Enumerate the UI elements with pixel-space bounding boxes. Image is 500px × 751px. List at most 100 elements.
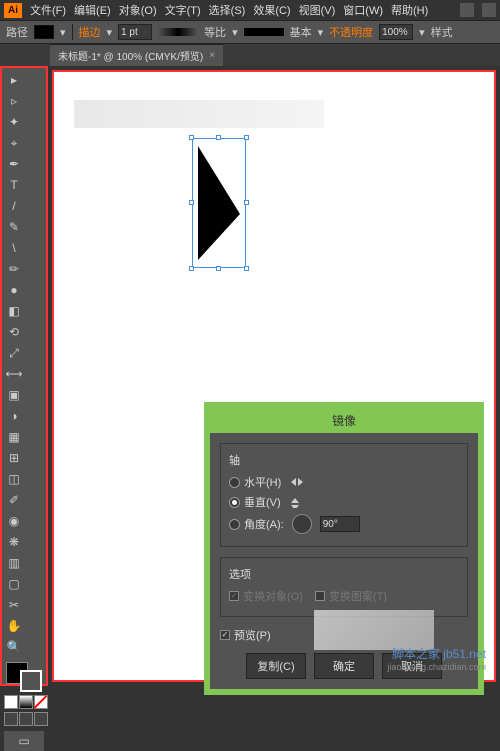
type-tool[interactable]: T — [4, 175, 24, 195]
watermark-line1: 脚本之家 jb51.net — [387, 645, 486, 662]
copy-button[interactable]: 复制(C) — [246, 653, 306, 679]
angle-input[interactable] — [320, 516, 360, 532]
stroke-profile-1[interactable] — [158, 28, 198, 36]
handle-ml[interactable] — [189, 200, 194, 205]
eyedropper-tool[interactable]: ✐ — [4, 490, 24, 510]
pencil-tool[interactable]: ✏ — [4, 259, 24, 279]
lasso-tool[interactable]: ⌖ — [4, 133, 24, 153]
fill-stroke-control[interactable] — [4, 662, 44, 692]
pen-tool[interactable]: ✒ — [4, 154, 24, 174]
stroke-dropdown-icon[interactable]: ▾ — [107, 26, 113, 39]
opacity-input[interactable] — [379, 24, 413, 40]
handle-tl[interactable] — [189, 135, 194, 140]
radio-horizontal[interactable] — [229, 477, 240, 488]
zoom-tool[interactable]: 🔍 — [4, 637, 24, 657]
ok-button[interactable]: 确定 — [314, 653, 374, 679]
document-tab[interactable]: 未标题-1* @ 100% (CMYK/预览) × — [50, 44, 223, 66]
style-label: 样式 — [431, 24, 453, 40]
width-tool[interactable]: ⟷ — [4, 364, 24, 384]
profile2-dropdown-icon[interactable]: ▾ — [318, 26, 324, 39]
arrange-icon[interactable] — [482, 3, 496, 17]
stroke-label[interactable]: 描边 — [79, 24, 101, 40]
menu-view[interactable]: 视图(V) — [299, 2, 336, 18]
horizontal-label: 水平(H) — [244, 474, 281, 490]
cb-transform-objects: ✓ — [229, 591, 239, 601]
angle-dial[interactable] — [292, 514, 312, 534]
tab-title: 未标题-1* @ 100% (CMYK/预览) — [58, 48, 203, 63]
triangle-shape — [196, 144, 242, 262]
decorative-smudge — [314, 610, 434, 650]
handle-mr[interactable] — [244, 200, 249, 205]
radio-angle[interactable] — [229, 519, 240, 530]
blob-brush-tool[interactable]: ● — [4, 280, 24, 300]
mesh-tool[interactable]: ⊞ — [4, 448, 24, 468]
hand-tool[interactable]: ✋ — [4, 616, 24, 636]
free-transform-tool[interactable]: ▣ — [4, 385, 24, 405]
menu-file[interactable]: 文件(F) — [30, 2, 66, 18]
artboard-tool[interactable]: ▢ — [4, 574, 24, 594]
handle-bl[interactable] — [189, 266, 194, 271]
radio-vertical[interactable] — [229, 497, 240, 508]
path-label: 路径 — [6, 24, 28, 40]
selected-shape[interactable] — [192, 138, 246, 268]
stroke-weight-input[interactable] — [118, 24, 152, 40]
menu-type[interactable]: 文字(T) — [165, 2, 201, 18]
symbol-sprayer-tool[interactable]: ❋ — [4, 532, 24, 552]
options-label: 选项 — [229, 566, 459, 582]
axis-group: 轴 水平(H) 垂直(V) 角度(A — [220, 443, 468, 547]
flip-vertical-icon — [289, 496, 305, 508]
cb-transform-patterns — [315, 591, 325, 601]
stroke-profile-2[interactable] — [244, 28, 284, 36]
opacity-label[interactable]: 不透明度 — [329, 24, 373, 40]
scale-tool[interactable]: ⤢ — [4, 343, 24, 363]
handle-bc[interactable] — [216, 266, 221, 271]
vertical-label: 垂直(V) — [244, 494, 281, 510]
color-mode-icon[interactable] — [4, 695, 18, 709]
menu-object[interactable]: 对象(O) — [119, 2, 157, 18]
menu-effect[interactable]: 效果(C) — [253, 2, 290, 18]
angle-label: 角度(A): — [244, 516, 284, 532]
workspace-icon[interactable] — [460, 3, 474, 17]
document-tab-bar: 未标题-1* @ 100% (CMYK/预览) × — [0, 44, 500, 66]
perspective-tool[interactable]: ▦ — [4, 427, 24, 447]
rotate-tool[interactable]: ⟲ — [4, 322, 24, 342]
cb-preview[interactable]: ✓ — [220, 630, 230, 640]
fill-swatch[interactable] — [34, 25, 54, 39]
draw-behind-icon[interactable] — [19, 712, 33, 726]
eraser-tool[interactable]: ◧ — [4, 301, 24, 321]
blend-tool[interactable]: ◉ — [4, 511, 24, 531]
draw-normal-icon[interactable] — [4, 712, 18, 726]
shape-builder-tool[interactable]: ◑ — [4, 406, 24, 426]
draw-inside-icon[interactable] — [34, 712, 48, 726]
dialog-title: 镜像 — [210, 408, 478, 433]
none-mode-icon[interactable] — [34, 695, 48, 709]
canvas-area: 镜像 轴 水平(H) 垂直(V) — [48, 66, 500, 686]
dropdown-icon[interactable]: ▾ — [60, 26, 66, 39]
artboard[interactable]: 镜像 轴 水平(H) 垂直(V) — [52, 70, 496, 682]
slice-tool[interactable]: ✂ — [4, 595, 24, 615]
paintbrush-tool[interactable]: \ — [4, 238, 24, 258]
line-tool[interactable]: / — [4, 196, 24, 216]
handle-br[interactable] — [244, 266, 249, 271]
selection-tool[interactable]: ▸ — [4, 70, 24, 90]
column-graph-tool[interactable]: ▥ — [4, 553, 24, 573]
screen-mode-icon[interactable]: ▭ — [4, 731, 44, 751]
placeholder-block — [74, 100, 324, 128]
handle-tc[interactable] — [216, 135, 221, 140]
opacity-dropdown-icon[interactable]: ▾ — [419, 26, 425, 39]
tab-close-icon[interactable]: × — [209, 50, 215, 61]
menu-select[interactable]: 选择(S) — [209, 2, 246, 18]
menu-edit[interactable]: 编辑(E) — [74, 2, 111, 18]
magic-wand-tool[interactable]: ✦ — [4, 112, 24, 132]
menu-help[interactable]: 帮助(H) — [391, 2, 428, 18]
rectangle-tool[interactable]: ✎ — [4, 217, 24, 237]
menu-window[interactable]: 窗口(W) — [343, 2, 383, 18]
gradient-tool[interactable]: ◫ — [4, 469, 24, 489]
handle-tr[interactable] — [244, 135, 249, 140]
gradient-mode-icon[interactable] — [19, 695, 33, 709]
flip-horizontal-icon — [289, 476, 305, 488]
stroke-color[interactable] — [20, 670, 42, 692]
direct-selection-tool[interactable]: ▹ — [4, 91, 24, 111]
profile1-dropdown-icon[interactable]: ▾ — [232, 26, 238, 39]
options-bar: 路径 ▾ 描边 ▾ 等比 ▾ 基本 ▾ 不透明度 ▾ 样式 — [0, 20, 500, 44]
